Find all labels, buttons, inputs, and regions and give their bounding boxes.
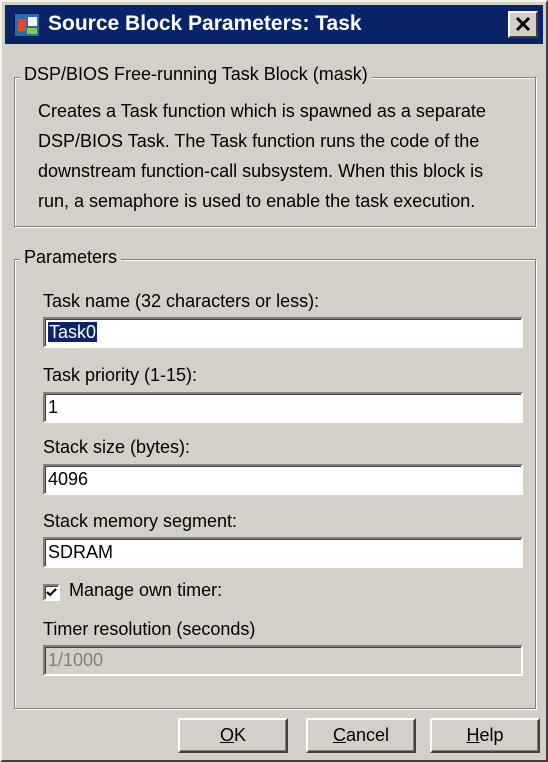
help-button[interactable]: Help — [430, 718, 540, 753]
manage-own-timer-checkbox[interactable] — [43, 584, 60, 601]
task-name-value: Task0 — [48, 322, 98, 342]
manage-own-timer-label[interactable]: Manage own timer: — [69, 580, 222, 601]
stack-memory-segment-value: SDRAM — [48, 542, 114, 562]
description-group-legend: DSP/BIOS Free-running Task Block (mask) — [20, 64, 372, 85]
cancel-mnemonic: C — [332, 725, 346, 745]
timer-resolution-input[interactable]: 1/1000 — [43, 645, 523, 676]
close-button[interactable] — [508, 11, 538, 38]
window-title: Source Block Parameters: Task — [48, 12, 362, 35]
close-icon — [515, 17, 531, 32]
simulink-block-icon — [14, 13, 40, 37]
cancel-label-rest: ancel — [345, 725, 390, 745]
timer-resolution-label: Timer resolution (seconds) — [43, 619, 256, 639]
stack-memory-segment-input[interactable]: SDRAM — [43, 537, 523, 568]
block-description: Creates a Task function which is spawned… — [38, 101, 486, 211]
stack-size-value: 4096 — [48, 469, 89, 489]
title-bar[interactable]: Source Block Parameters: Task — [5, 5, 543, 44]
stack-memory-segment-label: Stack memory segment: — [43, 511, 238, 531]
task-priority-input[interactable]: 1 — [43, 392, 523, 423]
ok-mnemonic: O — [219, 725, 234, 745]
task-name-input[interactable]: Task0 — [43, 317, 523, 348]
ok-button[interactable]: OK — [178, 718, 288, 753]
parameters-group-legend: Parameters — [20, 247, 122, 268]
ok-label-rest: K — [234, 725, 247, 745]
task-name-label: Task name (32 characters or less): — [43, 291, 320, 311]
stack-size-label: Stack size (bytes): — [43, 437, 191, 457]
stack-size-input[interactable]: 4096 — [43, 464, 523, 495]
help-mnemonic: H — [466, 725, 480, 745]
task-priority-label: Task priority (1-15): — [43, 365, 198, 385]
timer-resolution-value: 1/1000 — [48, 650, 104, 670]
cancel-button[interactable]: Cancel — [306, 718, 416, 753]
help-label-rest: elp — [479, 725, 504, 745]
task-priority-value: 1 — [48, 397, 59, 417]
source-block-parameters-dialog: Source Block Parameters: Task DSP/BIOS F… — [0, 0, 548, 762]
checkmark-icon — [46, 588, 57, 597]
